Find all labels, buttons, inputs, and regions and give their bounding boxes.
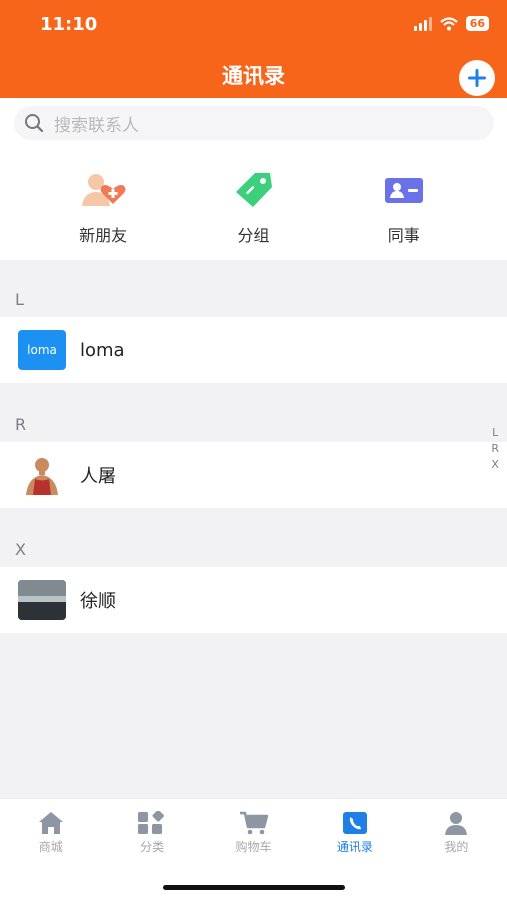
index-letter-r[interactable]: R: [491, 442, 499, 455]
home-icon: [38, 812, 63, 834]
contact-row-loma[interactable]: loma loma: [0, 317, 507, 383]
wifi-icon: [439, 16, 458, 30]
new-friend-button[interactable]: 新朋友: [48, 148, 158, 260]
tab-label: 我的: [444, 840, 469, 854]
group-label: 分组: [237, 226, 270, 245]
tab-contacts[interactable]: 通讯录: [304, 799, 405, 863]
section-header-x: X: [15, 540, 26, 559]
group-button[interactable]: 分组: [198, 148, 308, 260]
category-icon: [138, 811, 165, 834]
status-icons: 66: [413, 16, 489, 31]
plus-icon: [468, 69, 486, 87]
tab-profile[interactable]: 我的: [406, 799, 507, 863]
home-indicator: [163, 885, 345, 890]
contacts-icon: [342, 812, 367, 834]
alphabet-index[interactable]: L R X: [491, 426, 499, 471]
add-contact-button[interactable]: [459, 60, 495, 96]
tag-icon: [236, 173, 273, 207]
person-avatar-icon: [26, 458, 58, 495]
tab-mall[interactable]: 商城: [0, 799, 101, 863]
contact-name: 徐顺: [80, 591, 116, 612]
tab-label: 分类: [140, 840, 165, 854]
search-bar: 搜索联系人: [0, 98, 507, 148]
contact-name: loma: [80, 339, 125, 361]
signal-icon: [413, 16, 432, 31]
colleague-button[interactable]: 同事: [349, 148, 459, 260]
status-time: 11:10: [40, 14, 98, 35]
avatar-text: loma: [27, 343, 57, 357]
user-icon: [445, 812, 468, 835]
quick-actions: 新朋友 分组 同事: [0, 148, 507, 260]
tab-label: 购物车: [235, 840, 272, 854]
tab-cart[interactable]: 购物车: [203, 799, 304, 863]
tab-label: 通讯录: [336, 840, 373, 854]
tab-bar: 商城 分类 购物车 通讯录 我的: [0, 798, 507, 900]
avatar: loma: [18, 330, 66, 370]
cart-icon: [239, 811, 268, 835]
index-letter-x[interactable]: X: [491, 458, 499, 471]
colleague-label: 同事: [387, 226, 420, 245]
index-letter-l[interactable]: L: [492, 426, 498, 439]
page-title: 通讯录: [222, 64, 285, 88]
avatar: [18, 580, 66, 620]
contact-row-rentu[interactable]: 人屠: [0, 442, 507, 508]
new-friend-label: 新朋友: [79, 226, 128, 245]
tab-label: 商城: [38, 840, 63, 854]
section-header-l: L: [15, 290, 24, 309]
battery-indicator: 66: [465, 16, 489, 31]
search-placeholder: 搜索联系人: [54, 115, 139, 136]
search-input[interactable]: 搜索联系人: [14, 106, 494, 140]
id-card-icon: [384, 178, 423, 203]
section-header-r: R: [15, 415, 27, 434]
tab-category[interactable]: 分类: [101, 799, 202, 863]
contact-name: 人屠: [80, 466, 116, 487]
avatar: [18, 455, 66, 495]
new-friend-icon: [82, 174, 126, 206]
contact-row-xushun[interactable]: 徐顺: [0, 567, 507, 633]
header: 11:10 66 通讯录: [0, 0, 507, 98]
landscape-avatar-icon: [18, 580, 66, 620]
search-icon: [25, 114, 44, 133]
